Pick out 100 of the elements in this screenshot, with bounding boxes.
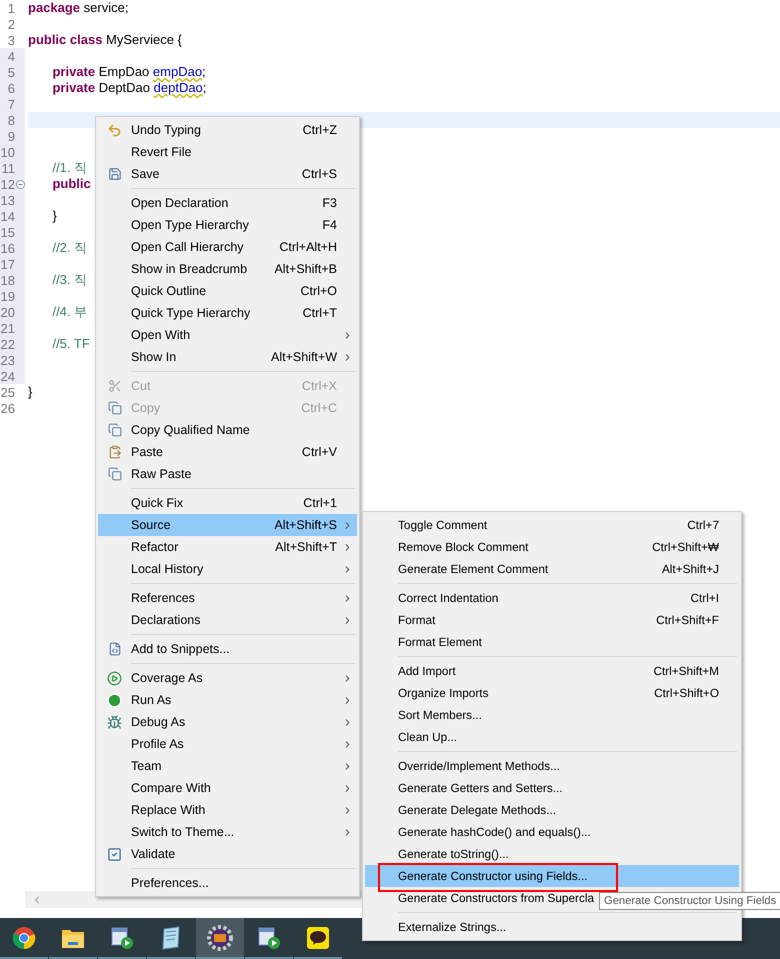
menu-item[interactable]: Raw Paste (98, 463, 357, 485)
menu-item[interactable]: Sort Members... (365, 704, 739, 726)
line-number: 5 (6, 64, 15, 80)
line-number: 17 (0, 256, 15, 272)
menu-item[interactable]: Undo Typing Ctrl+Z (98, 119, 357, 141)
menu-item[interactable]: Organize Imports Ctrl+Shift+O (365, 682, 739, 704)
line-number: 13 (0, 192, 15, 208)
collapse-icon[interactable] (16, 180, 24, 188)
scissors-icon (108, 379, 122, 393)
code-line: //1. 직 (51, 159, 88, 177)
tooltip: Generate Constructor Using Fields (599, 892, 780, 910)
menu-item[interactable]: Revert File (98, 141, 357, 163)
line-number: 1 (6, 0, 15, 16)
line-number: 25 (0, 384, 15, 400)
menu-item[interactable]: Generate Element Comment Alt+Shift+J (365, 558, 739, 580)
menu-item[interactable]: Save Ctrl+S (98, 163, 357, 185)
menu-item[interactable]: Quick Outline Ctrl+O (98, 280, 357, 302)
code-line: private EmpDao empDao; (51, 63, 206, 81)
menu-item[interactable]: Open Type Hierarchy F4 (98, 214, 357, 236)
menu-item[interactable]: Compare With (98, 777, 357, 799)
menu-item[interactable]: Show In Alt+Shift+W (98, 346, 357, 368)
menu-item[interactable]: Validate (98, 843, 357, 865)
menu-item[interactable]: Source Alt+Shift+S (98, 514, 357, 536)
paste-icon (108, 445, 122, 459)
line-number: 19 (0, 288, 15, 304)
chat-icon (306, 926, 330, 950)
copy-icon (108, 423, 122, 437)
line-number: 3 (6, 32, 15, 48)
menu-item[interactable]: Show in Breadcrumb Alt+Shift+B (98, 258, 357, 280)
line-number: 24 (0, 368, 15, 384)
taskbar-button[interactable] (196, 918, 244, 959)
menu-item[interactable]: Generate hashCode() and equals()... (365, 821, 739, 843)
line-number: 18 (0, 272, 15, 288)
media-app-icon (110, 926, 134, 950)
code-line: public class MyServiece { (28, 31, 182, 49)
menu-item[interactable]: Generate Getters and Setters... (365, 777, 739, 799)
browser-icon (12, 926, 36, 950)
gear-icon (207, 924, 233, 950)
code-line: public (51, 175, 91, 193)
menu-item[interactable]: Generate Constructor using Fields... (365, 865, 739, 887)
coverage-icon (107, 670, 122, 686)
menu-item[interactable]: Open With (98, 324, 357, 346)
menu-item[interactable]: Quick Type Hierarchy Ctrl+T (98, 302, 357, 324)
menu-item[interactable]: Profile As (98, 733, 357, 755)
menu-item[interactable]: Add Import Ctrl+Shift+M (365, 660, 739, 682)
menu-item[interactable]: Clean Up... (365, 726, 739, 748)
code-line: //2. 직 (51, 239, 88, 257)
menu-item[interactable]: Refactor Alt+Shift+T (98, 536, 357, 558)
menu-item[interactable]: Override/Implement Methods... (365, 755, 739, 777)
line-number: 4 (6, 48, 15, 64)
menu-item[interactable]: Local History (98, 558, 357, 580)
line-number: 10 (0, 144, 15, 160)
save-icon (108, 167, 122, 181)
copy-icon (108, 401, 122, 415)
menu-item[interactable]: Coverage As (98, 667, 357, 689)
run-icon (107, 692, 122, 708)
media-app-icon (257, 926, 281, 950)
line-number: 11 (0, 160, 15, 176)
line-number: 6 (6, 80, 15, 96)
line-number: 15 (0, 224, 15, 240)
menu-item[interactable]: Generate toString()... (365, 843, 739, 865)
menu-item[interactable]: Format Element (365, 631, 739, 653)
line-number: 16 (0, 240, 15, 256)
menu-item[interactable]: Quick Fix Ctrl+1 (98, 492, 357, 514)
line-number: 20 (0, 304, 15, 320)
code-line: //5. TF (51, 335, 90, 353)
code-line: //4. 부 (51, 303, 88, 321)
menu-item[interactable]: Generate Delegate Methods... (365, 799, 739, 821)
line-number: 7 (6, 96, 15, 112)
menu-item[interactable]: Format Ctrl+Shift+F (365, 609, 739, 631)
menu-item[interactable]: Replace With (98, 799, 357, 821)
menu-item[interactable]: Toggle Comment Ctrl+7 (365, 514, 739, 536)
menu-item[interactable]: Copy Qualified Name (98, 419, 357, 441)
line-number: 23 (0, 352, 15, 368)
code-line: package service; (28, 0, 128, 17)
menu-item[interactable]: References (98, 587, 357, 609)
menu-item[interactable]: Remove Block Comment Ctrl+Shift+₩ (365, 536, 739, 558)
undo-icon (107, 122, 122, 138)
menu-item[interactable]: Switch to Theme... (98, 821, 357, 843)
checkbox-icon[interactable] (107, 846, 122, 862)
code-line: private DeptDao deptDao; (51, 79, 206, 97)
menu-item[interactable]: Team (98, 755, 357, 777)
snippet-icon (108, 642, 122, 656)
line-number: 14 (0, 208, 15, 224)
bug-icon (107, 714, 122, 730)
line-number: 26 (0, 400, 15, 416)
line-number: 21 (0, 320, 15, 336)
menu-item[interactable]: Open Call Hierarchy Ctrl+Alt+H (98, 236, 357, 258)
menu-item[interactable]: Open Declaration F3 (98, 192, 357, 214)
menu-item[interactable]: Run As (98, 689, 357, 711)
menu-item[interactable]: Debug As (98, 711, 357, 733)
menu-item[interactable]: Declarations (98, 609, 357, 631)
line-number: 2 (6, 16, 15, 32)
line-number: 8 (6, 112, 15, 128)
code-line: } (51, 207, 57, 225)
menu-item[interactable]: Preferences... (98, 872, 357, 894)
menu-item[interactable]: Correct Indentation Ctrl+I (365, 587, 739, 609)
menu-item[interactable]: Add to Snippets... (98, 638, 357, 660)
line-number: 9 (6, 128, 15, 144)
menu-item[interactable]: Paste Ctrl+V (98, 441, 357, 463)
